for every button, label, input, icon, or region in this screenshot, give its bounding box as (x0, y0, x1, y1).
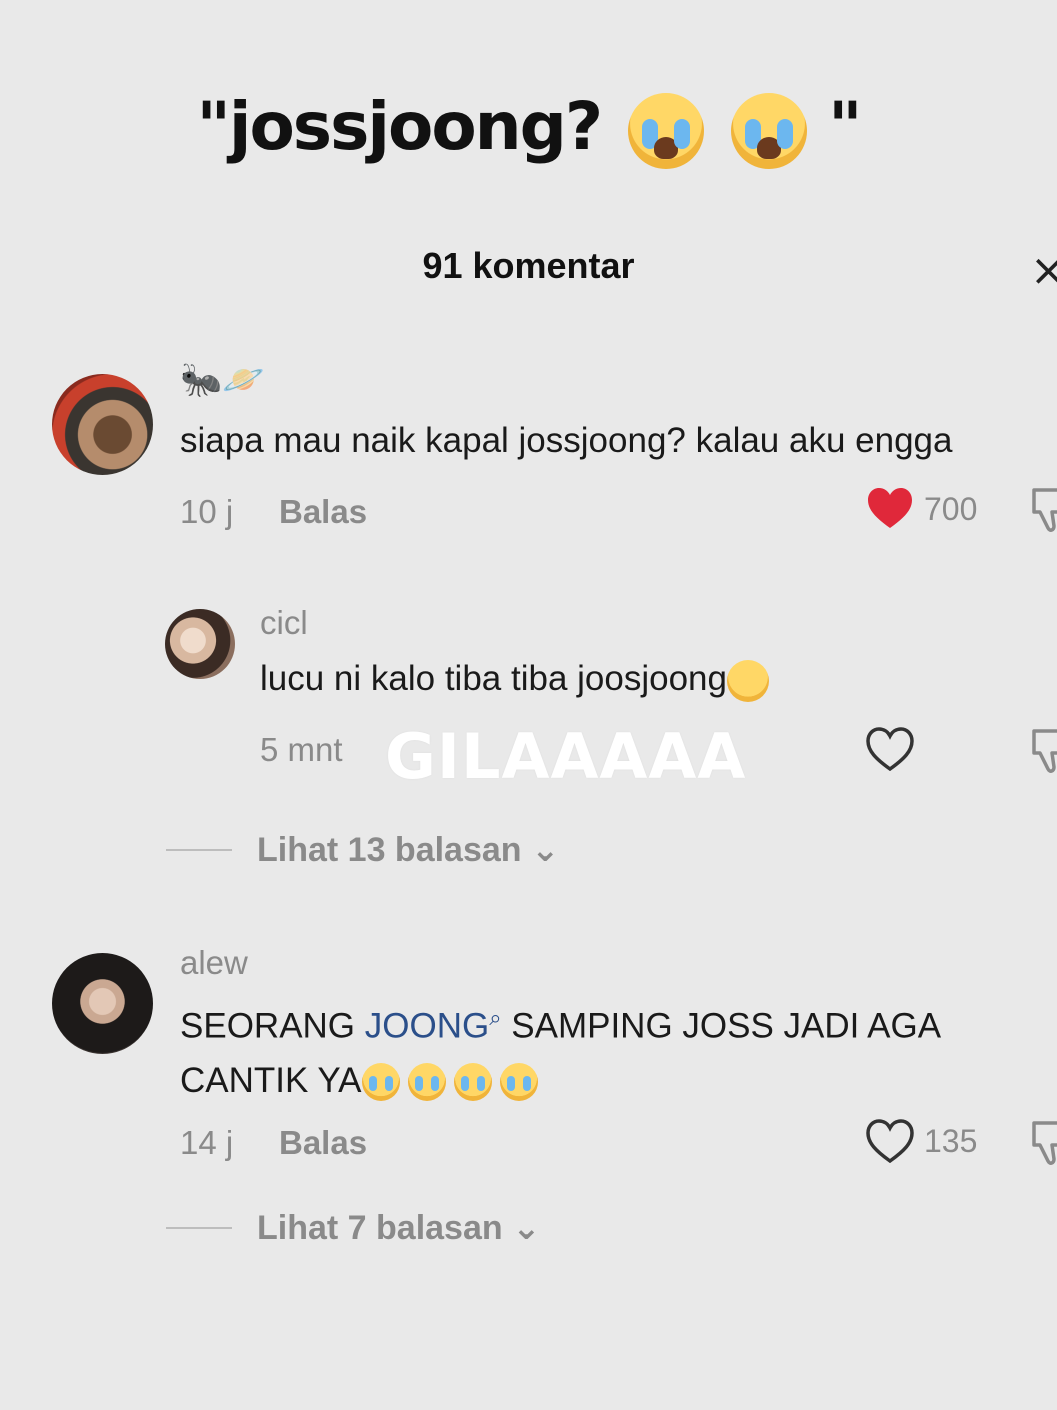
loudly-crying-face-icon (499, 1063, 538, 1102)
caption-quote-end: " (828, 88, 862, 165)
dislike-icon[interactable] (1030, 727, 1057, 775)
divider (166, 849, 232, 851)
comment-count-title: 91 komentar (422, 245, 635, 286)
reply-button[interactable]: Balas (279, 1124, 367, 1162)
divider (166, 1227, 232, 1229)
loudly-crying-face-icon (628, 92, 705, 169)
avatar[interactable] (52, 953, 153, 1054)
comment-time: 5 mnt (260, 731, 343, 768)
comment-time: 10 j (180, 493, 234, 530)
close-icon[interactable]: × (1030, 246, 1057, 296)
comment-text-body: lucu ni kalo tiba tiba joosjoong (260, 659, 727, 698)
avatar[interactable] (165, 609, 235, 679)
comment-time: 14 j (180, 1124, 234, 1161)
dislike-icon[interactable] (1030, 1119, 1057, 1167)
view-replies-button[interactable]: Lihat 7 balasan ⌄ (257, 1208, 541, 1248)
comment-username[interactable]: alew (180, 944, 248, 982)
comment-text-prefix: SEORANG (180, 1006, 365, 1046)
comment-text: lucu ni kalo tiba tiba joosjoong (260, 652, 769, 706)
caption-text: "jossjoong? (196, 88, 603, 165)
mention-link[interactable]: JOONG (365, 1007, 489, 1046)
loudly-crying-face-icon (361, 1063, 400, 1102)
heart-icon[interactable] (866, 486, 914, 530)
video-overlay-watermark: GILAAAAA (385, 720, 747, 793)
like-count: 135 (924, 1123, 978, 1159)
disappointed-face-icon (726, 659, 769, 702)
reply-button[interactable]: Balas (279, 493, 367, 531)
view-replies-button[interactable]: Lihat 13 balasan ⌄ (257, 830, 559, 870)
heart-icon[interactable] (866, 1119, 914, 1163)
like-count: 700 (924, 491, 978, 527)
comment-text-suffix: SAMPING JOSS JADI AGA (501, 1006, 942, 1046)
dislike-icon[interactable] (1030, 486, 1057, 534)
comment-username[interactable]: cicl (260, 604, 308, 642)
comment-text-line2: CANTIK YA (180, 1060, 362, 1100)
loudly-crying-face-icon (731, 92, 808, 169)
search-icon[interactable]: ⌕ (489, 1005, 501, 1030)
comment-text: SEORANG JOONG⌕ SAMPING JOSS JADI AGA CAN… (180, 991, 1030, 1108)
loudly-crying-face-icon (453, 1063, 492, 1102)
comment-text: siapa mau naik kapal jossjoong? kalau ak… (180, 421, 953, 460)
heart-icon[interactable] (866, 727, 914, 771)
video-overlay-caption: "jossjoong? " (0, 88, 1057, 169)
avatar[interactable] (52, 374, 153, 475)
loudly-crying-face-icon (407, 1063, 446, 1102)
comment-username[interactable]: 🐜🪐 (180, 360, 265, 400)
